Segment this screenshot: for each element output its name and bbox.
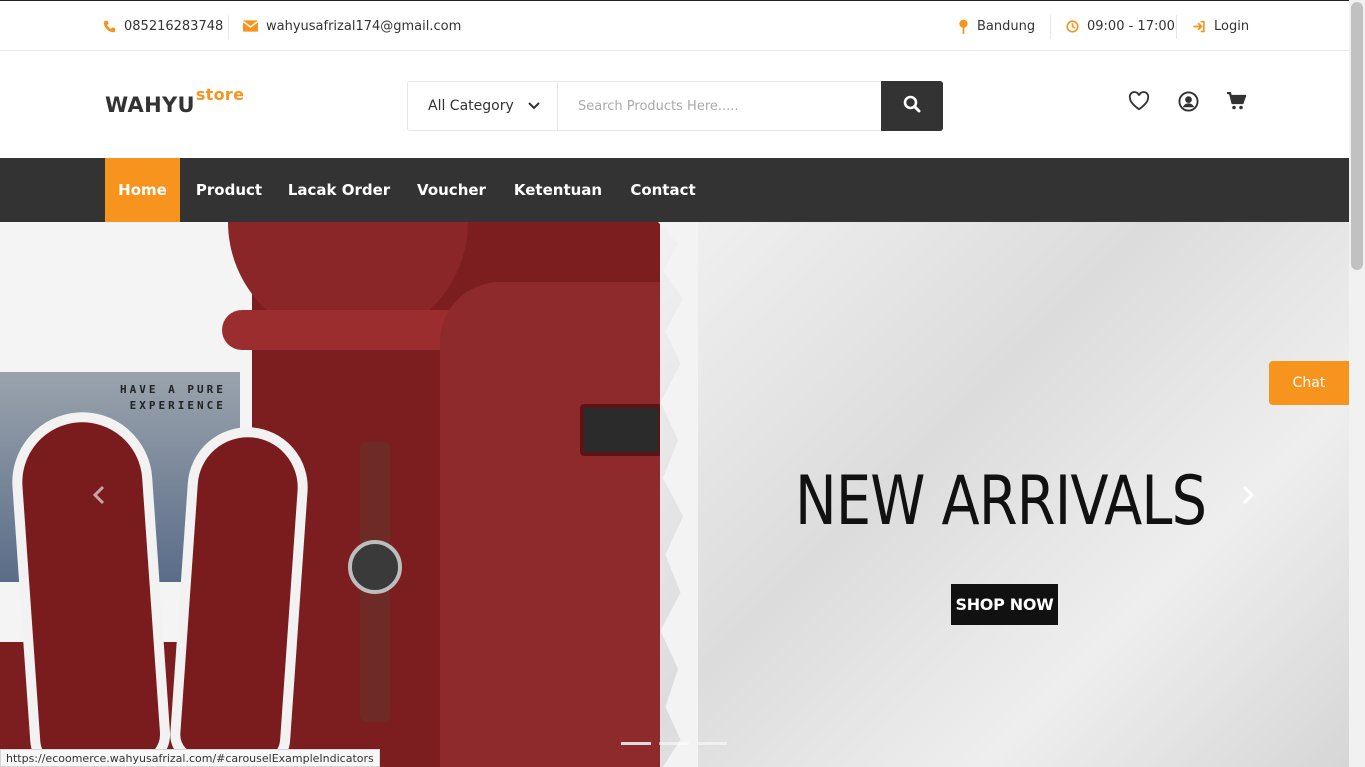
nav-item-contact[interactable]: Contact <box>617 158 709 222</box>
carousel-next-button[interactable] <box>1233 482 1263 512</box>
location-info: Bandung <box>958 1 1035 51</box>
nav-item-voucher[interactable]: Voucher <box>404 158 499 222</box>
carousel-indicator-3[interactable] <box>697 742 727 745</box>
cart-button[interactable] <box>1224 91 1248 115</box>
carousel-prev-button[interactable] <box>84 482 114 512</box>
chevron-right-icon <box>1242 485 1255 509</box>
search-button[interactable] <box>881 81 943 131</box>
shopping-cart-icon <box>1226 91 1247 114</box>
shoe-right-graphic <box>168 423 312 767</box>
envelope-icon <box>243 20 258 32</box>
shoe-left-graphic <box>7 407 173 767</box>
sign-in-icon <box>1192 20 1206 33</box>
account-button[interactable] <box>1176 90 1200 116</box>
search-bar: All Category <box>407 81 943 131</box>
heart-icon <box>1128 91 1150 115</box>
location-text: Bandung <box>977 18 1036 34</box>
hero-headline: NEW ARRIVALS <box>795 462 1207 541</box>
carousel-indicator-1[interactable] <box>621 742 651 745</box>
hours-text: 09:00 - 17:00 <box>1087 18 1175 34</box>
chevron-down-icon <box>528 102 540 110</box>
nav-item-home[interactable]: Home <box>105 158 180 222</box>
main-nav: Home Product Lacak Order Voucher Ketentu… <box>0 158 1349 222</box>
hours-info: 09:00 - 17:00 <box>1066 1 1175 51</box>
category-selected: All Category <box>428 98 514 114</box>
carousel-indicators <box>621 742 727 745</box>
hero-carousel: HAVE A PURE EXPERIENCE NEW ARRIVALS SHOP… <box>0 222 1349 767</box>
phone-number: 085216283748 <box>124 18 224 34</box>
nav-item-lacak-order[interactable]: Lacak Order <box>278 158 400 222</box>
site-header: WAHYUstore All Category <box>0 51 1349 158</box>
category-select[interactable]: All Category <box>408 82 558 130</box>
search-icon <box>903 95 921 117</box>
carousel-indicator-2[interactable] <box>659 742 689 745</box>
shop-now-button[interactable]: SHOP NOW <box>951 584 1058 625</box>
chevron-left-icon <box>92 485 105 509</box>
phone-icon <box>103 20 116 33</box>
map-pin-icon <box>958 19 969 34</box>
logo-main-text: WAHYU <box>105 93 195 117</box>
top-bar: 085216283748 wahyusafrizal174@gmail.com … <box>0 0 1349 51</box>
user-circle-icon <box>1177 90 1199 116</box>
tshirt-print-text: HAVE A PURE EXPERIENCE <box>120 383 226 412</box>
site-logo[interactable]: WAHYUstore <box>105 85 244 117</box>
nav-item-ketentuan[interactable]: Ketentuan <box>503 158 613 222</box>
logo-sup-text: store <box>195 85 245 104</box>
chat-button[interactable]: Chat <box>1269 361 1349 405</box>
scrollbar-thumb[interactable] <box>1351 2 1363 270</box>
login-label: Login <box>1214 18 1250 34</box>
phone-contact: 085216283748 <box>103 1 223 51</box>
wishlist-button[interactable] <box>1127 91 1151 115</box>
watch-face-graphic <box>348 540 402 594</box>
browser-status-url: https://ecoomerce.wahyusafrizal.com/#car… <box>0 749 380 767</box>
email-contact: wahyusafrizal174@gmail.com <box>243 1 461 51</box>
nav-item-product[interactable]: Product <box>184 158 274 222</box>
email-address: wahyusafrizal174@gmail.com <box>266 18 462 34</box>
search-input[interactable] <box>558 82 881 130</box>
login-link[interactable]: Login <box>1192 1 1249 51</box>
clock-history-icon <box>1066 19 1079 33</box>
